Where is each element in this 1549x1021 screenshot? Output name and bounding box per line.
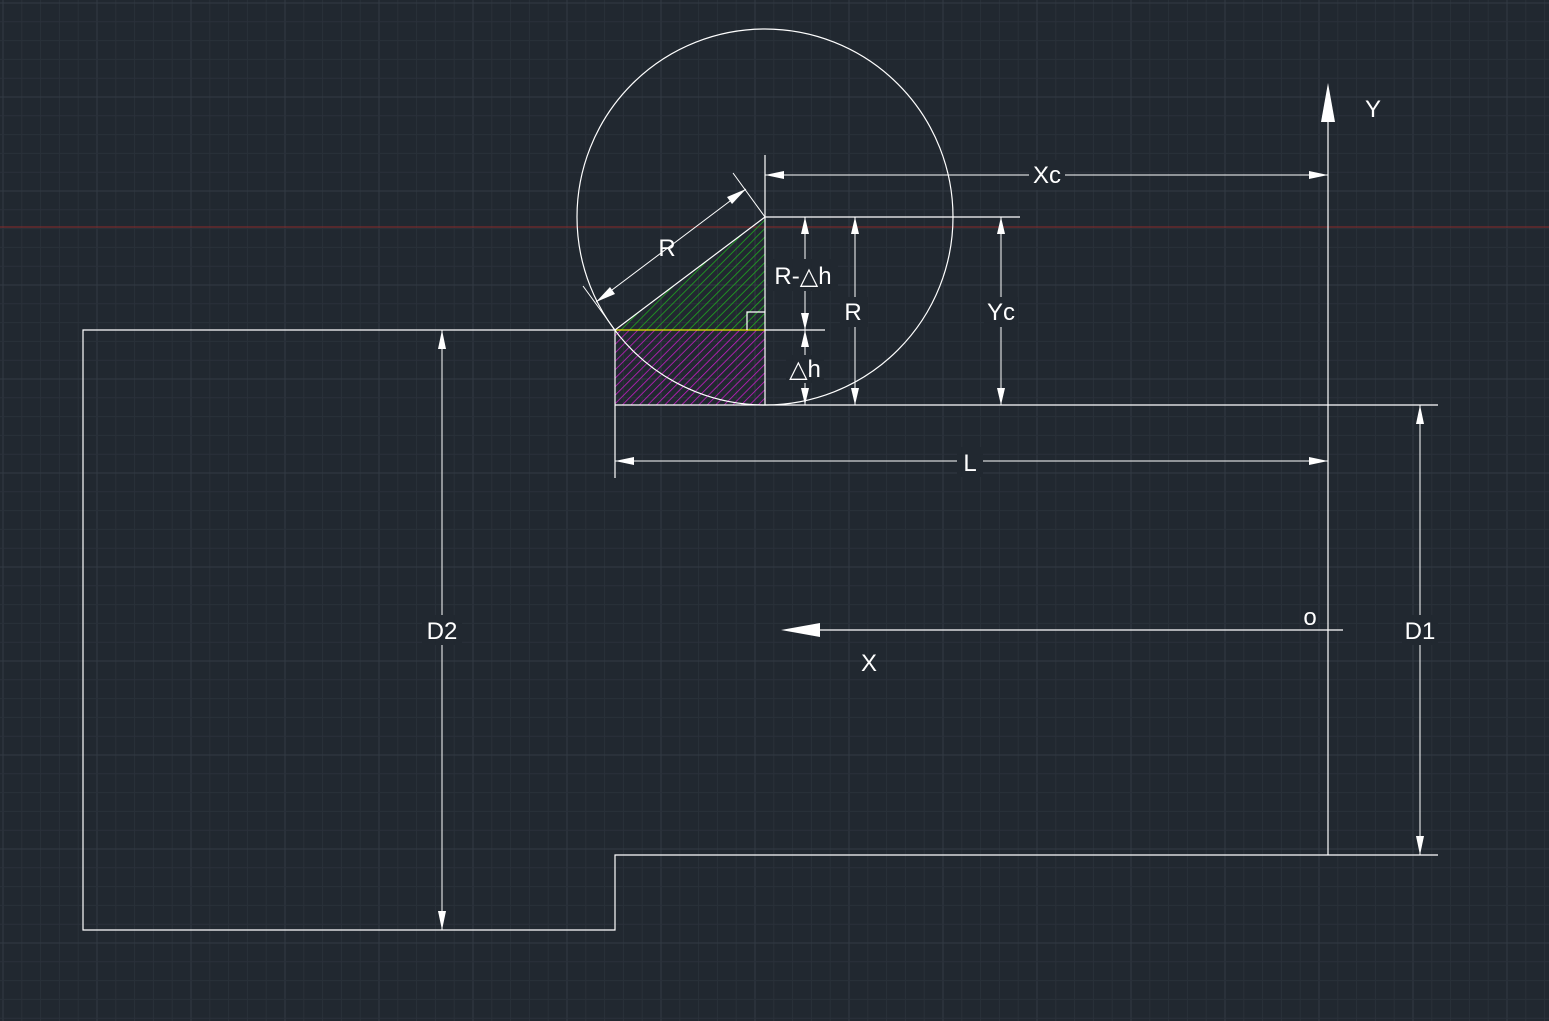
dim-r-minus-dh-arrow-bottom-icon bbox=[801, 313, 809, 330]
d2-label: D2 bbox=[427, 618, 458, 645]
dim-dh-arrow-bottom-icon bbox=[801, 388, 809, 405]
y-axis-label: Y bbox=[1365, 96, 1381, 123]
dim-r-minus-dh-arrow-top-icon bbox=[801, 217, 809, 234]
r-slant-label: R bbox=[658, 235, 675, 262]
dim-r-vertical-arrow-bottom-icon bbox=[851, 388, 859, 405]
x-axis-arrow-icon bbox=[781, 623, 820, 637]
r-minus-dh-label: R-△h bbox=[774, 263, 831, 290]
dh-label: △h bbox=[789, 356, 821, 383]
dim-d2-arrow-bottom-icon bbox=[438, 911, 446, 930]
d1-label: D1 bbox=[1405, 618, 1436, 645]
yc-label: Yc bbox=[987, 299, 1015, 326]
dim-d1-arrow-bottom-icon bbox=[1416, 836, 1424, 855]
dim-d1-arrow-top-icon bbox=[1416, 405, 1424, 424]
origin-label: o bbox=[1303, 604, 1316, 631]
dim-r-vertical-arrow-top-icon bbox=[851, 217, 859, 234]
dim-d2-arrow-top-icon bbox=[438, 330, 446, 349]
dim-dh-arrow-top-icon bbox=[801, 330, 809, 347]
dim-yc-arrow-top-icon bbox=[997, 217, 1005, 234]
y-axis-arrow-icon bbox=[1321, 83, 1335, 122]
dim-yc-arrow-bottom-icon bbox=[997, 388, 1005, 405]
l-label: L bbox=[963, 450, 976, 477]
r-vertical-label: R bbox=[844, 299, 861, 326]
magenta-hatch-rectangle bbox=[615, 330, 765, 405]
dim-l-arrow-left-icon bbox=[615, 457, 634, 465]
x-axis-label: X bbox=[861, 650, 877, 677]
background-grid bbox=[0, 0, 1549, 1021]
cad-drawing-canvas: R R-△h R △h Xc Yc L D1 D2 X Y o bbox=[0, 0, 1549, 1021]
xc-label: Xc bbox=[1033, 162, 1061, 189]
